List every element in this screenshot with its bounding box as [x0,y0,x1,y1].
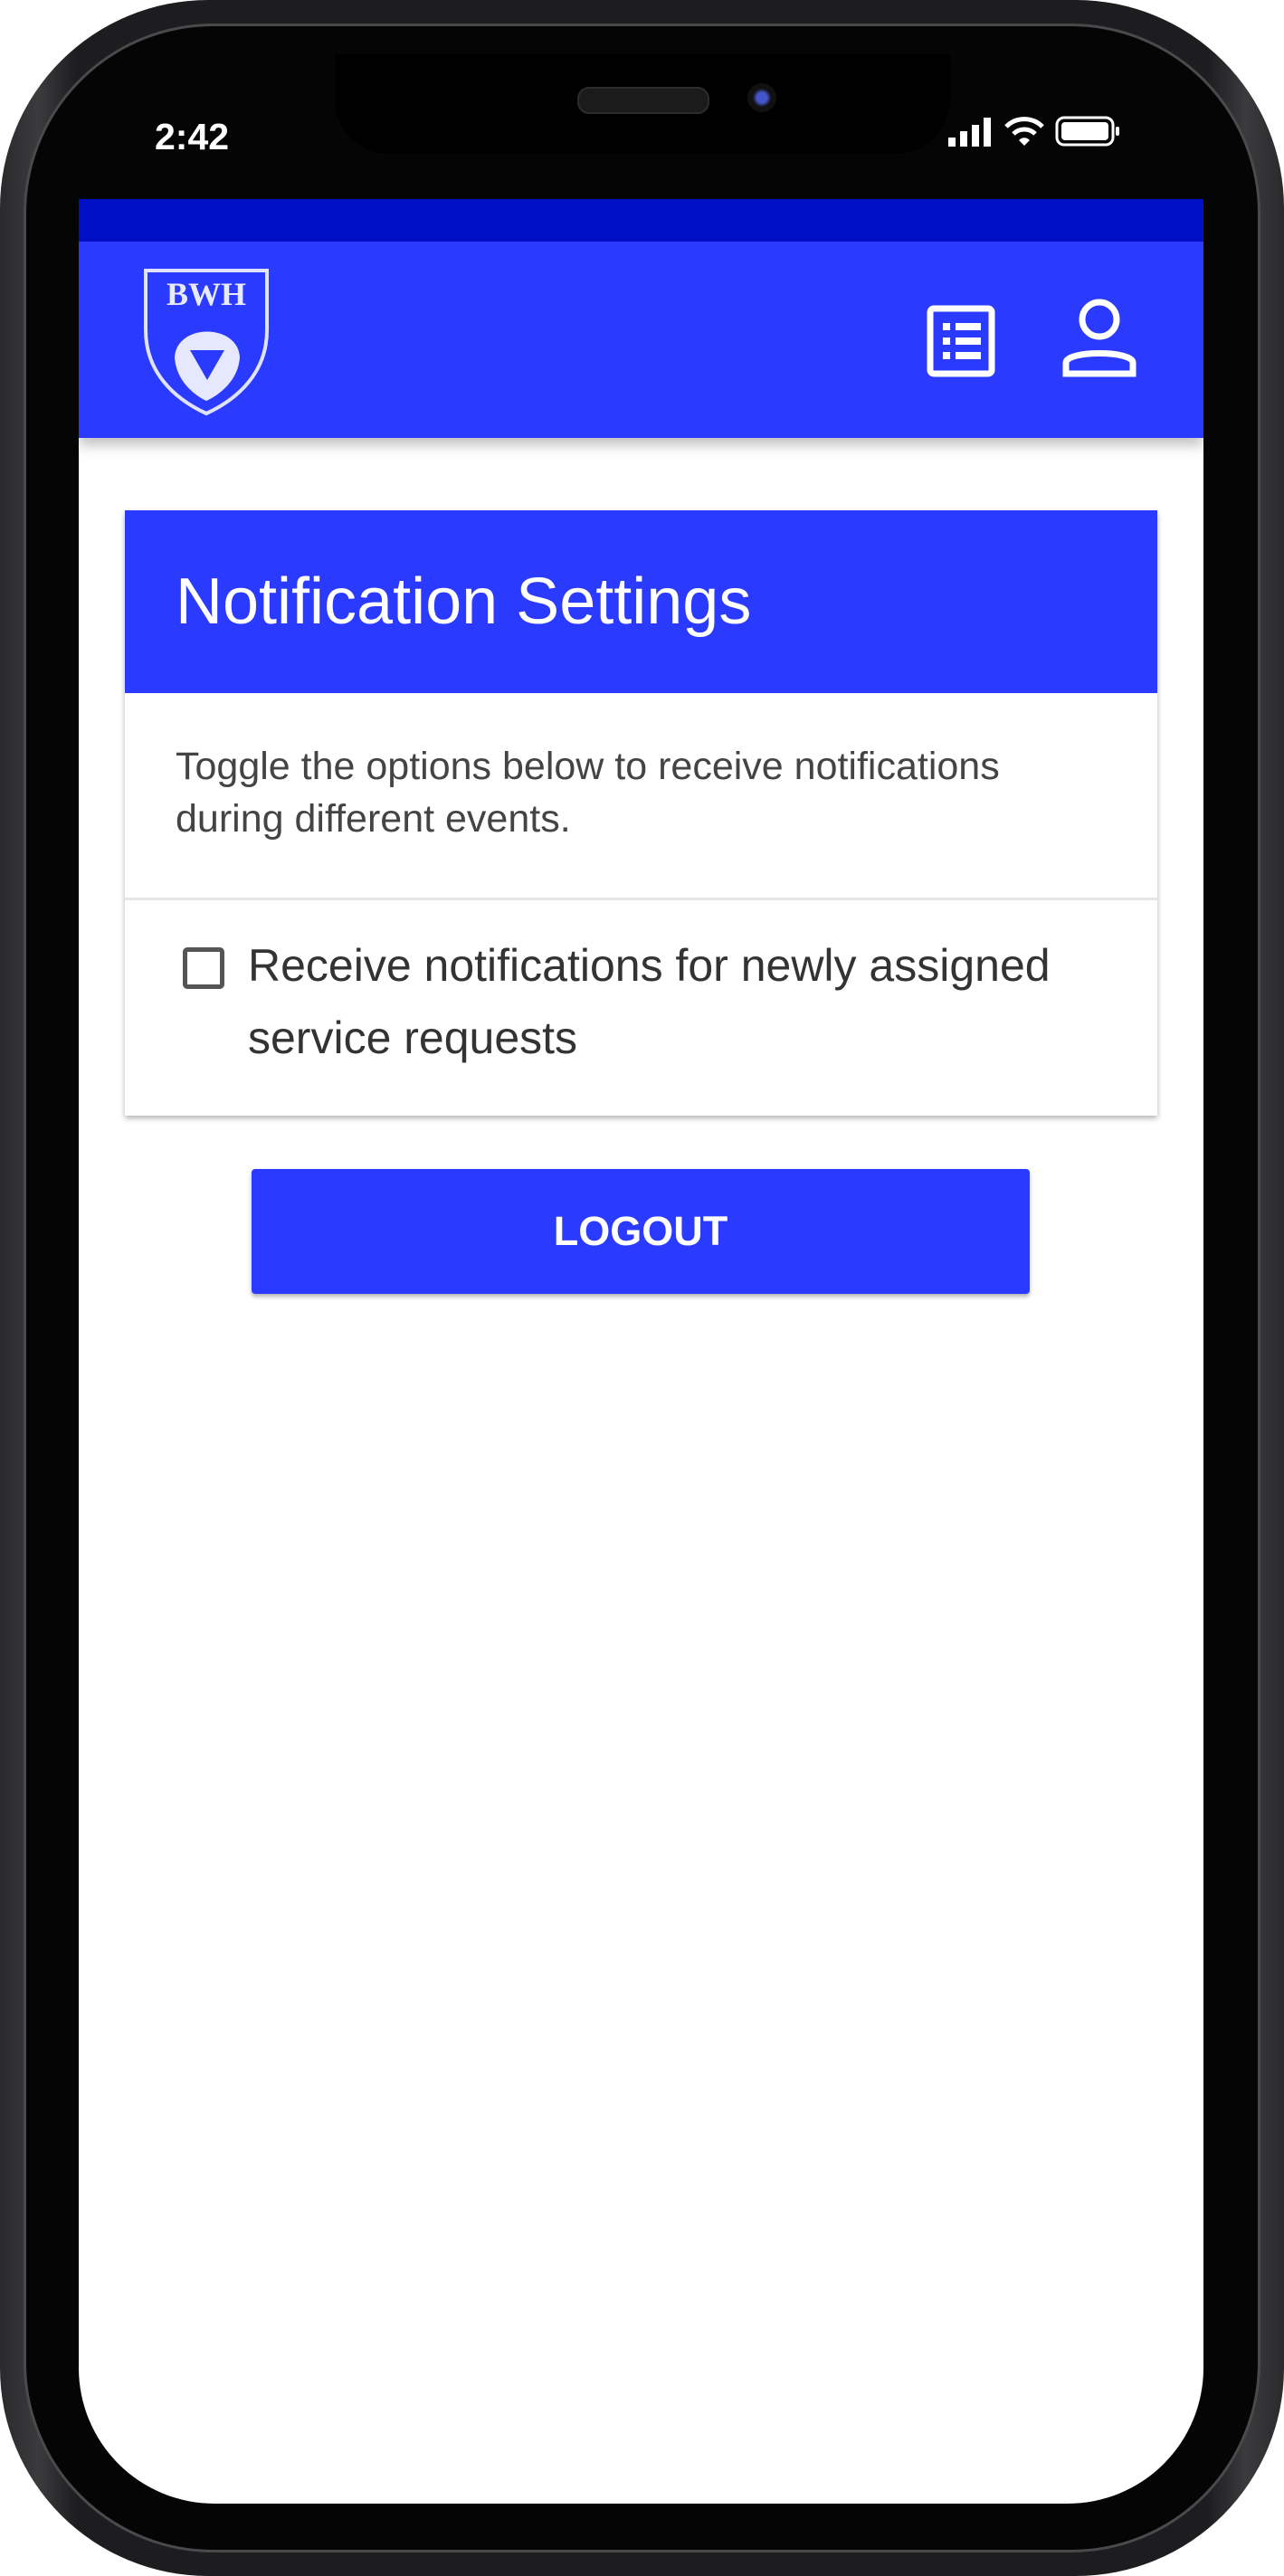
svg-text:BWH: BWH [166,276,246,312]
list-icon[interactable] [927,305,995,377]
bwh-logo: BWH [144,269,269,416]
card-description: Toggle the options below to receive noti… [125,693,1157,900]
new-requests-label: Receive notifications for newly assigned… [248,940,1051,1063]
user-profile-icon[interactable] [1061,298,1137,379]
app-status-strip [79,199,1203,242]
notification-option-row[interactable]: Receive notifications for newly assigned… [125,900,1157,1116]
battery-icon [1055,116,1119,147]
signal-icon [948,118,991,147]
status-bar: 2:42 [79,54,1203,199]
app-header: BWH [79,242,1203,438]
logout-button[interactable]: LOGOUT [252,1169,1030,1294]
notification-settings-card: Notification Settings Toggle the options… [125,510,1157,1116]
card-title: Notification Settings [125,510,1157,693]
status-time: 2:42 [155,116,230,157]
wifi-icon [1004,117,1044,146]
new-requests-checkbox[interactable] [183,947,224,989]
app-screen: BWH Notification Settings Toggle the opt… [79,199,1203,2504]
